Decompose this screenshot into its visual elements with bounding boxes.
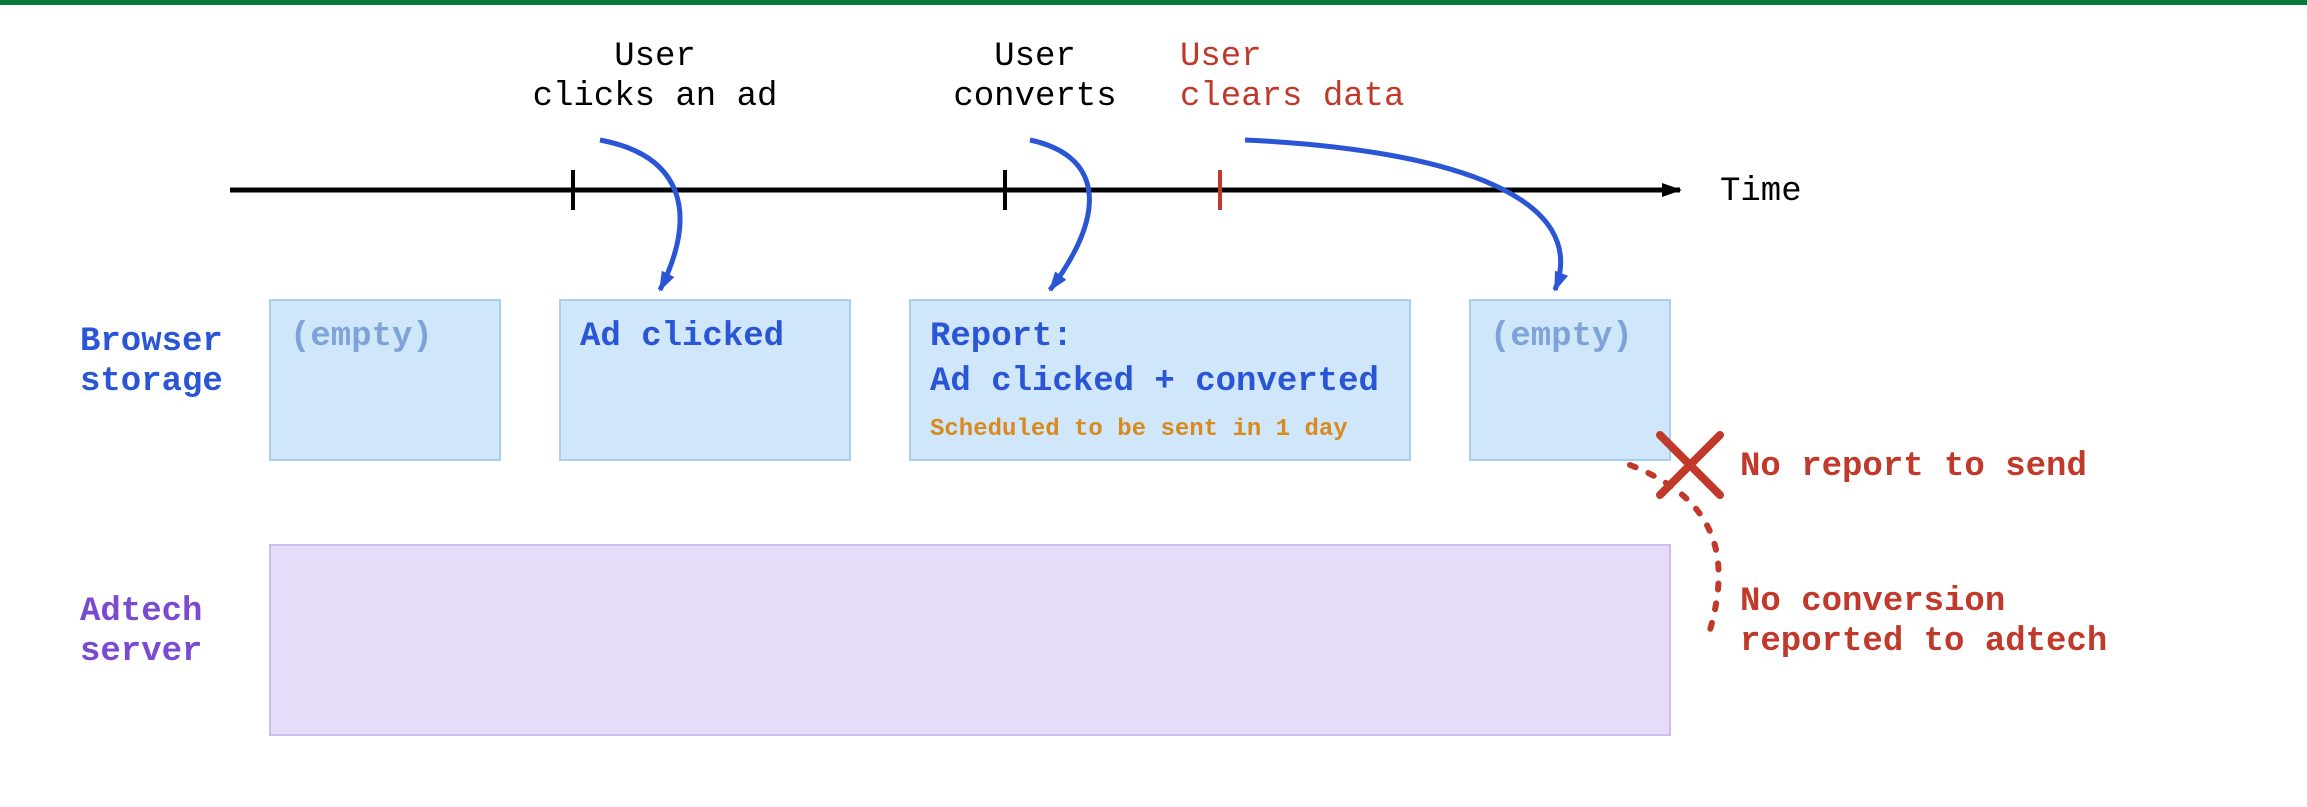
x-icon: [1660, 435, 1720, 495]
event-click: User clicks an ad: [533, 38, 778, 210]
storage-box-clicked: Ad clicked: [560, 300, 850, 460]
failure-bottom-line2: reported to adtech: [1740, 623, 2107, 661]
attribution-timeline-diagram: Time User clicks an ad User converts Use…: [0, 0, 2307, 807]
storage-box-report-line1: Report:: [930, 318, 1073, 356]
axis-label-time: Time: [1720, 173, 1802, 211]
event-convert: User converts: [953, 38, 1116, 210]
time-axis: Time User clicks an ad User converts Use…: [230, 38, 1802, 211]
storage-box-report-line2: Ad clicked + converted: [930, 363, 1379, 401]
storage-box-empty-1-text: (empty): [290, 318, 433, 356]
storage-box-empty-2: (empty): [1470, 300, 1670, 460]
row-label-adtech-line2: server: [80, 633, 202, 671]
failure-top-label: No report to send: [1740, 448, 2087, 486]
event-clear-line1: User: [1180, 38, 1262, 76]
row-label-browser-line2: storage: [80, 363, 223, 401]
event-convert-line2: converts: [953, 78, 1116, 116]
row-label-adtech: Adtech server: [80, 593, 202, 671]
adtech-server-box: [270, 545, 1670, 735]
arrow-clear-to-storage: [1245, 140, 1561, 290]
storage-box-report-subtext: Scheduled to be sent in 1 day: [930, 416, 1348, 443]
storage-box-report: Report: Ad clicked + converted Scheduled…: [910, 300, 1410, 460]
storage-box-empty-1: (empty): [270, 300, 500, 460]
failure-group: No report to send No conversion reported…: [1630, 435, 2107, 661]
event-convert-line1: User: [994, 38, 1076, 76]
row-label-browser: Browser storage: [80, 323, 223, 401]
event-click-line2: clicks an ad: [533, 78, 778, 116]
event-clear: User clears data: [1180, 38, 1404, 210]
row-label-adtech-line1: Adtech: [80, 593, 202, 631]
storage-box-clicked-text: Ad clicked: [580, 318, 784, 356]
arrow-convert-to-storage: [1030, 140, 1089, 290]
storage-box-empty-2-text: (empty): [1490, 318, 1633, 356]
top-green-bar: [0, 0, 2307, 5]
row-label-browser-line1: Browser: [80, 323, 223, 361]
event-click-line1: User: [614, 38, 696, 76]
event-clear-line2: clears data: [1180, 78, 1404, 116]
failure-bottom-line1: No conversion: [1740, 583, 2005, 621]
arrow-click-to-storage: [600, 140, 680, 290]
